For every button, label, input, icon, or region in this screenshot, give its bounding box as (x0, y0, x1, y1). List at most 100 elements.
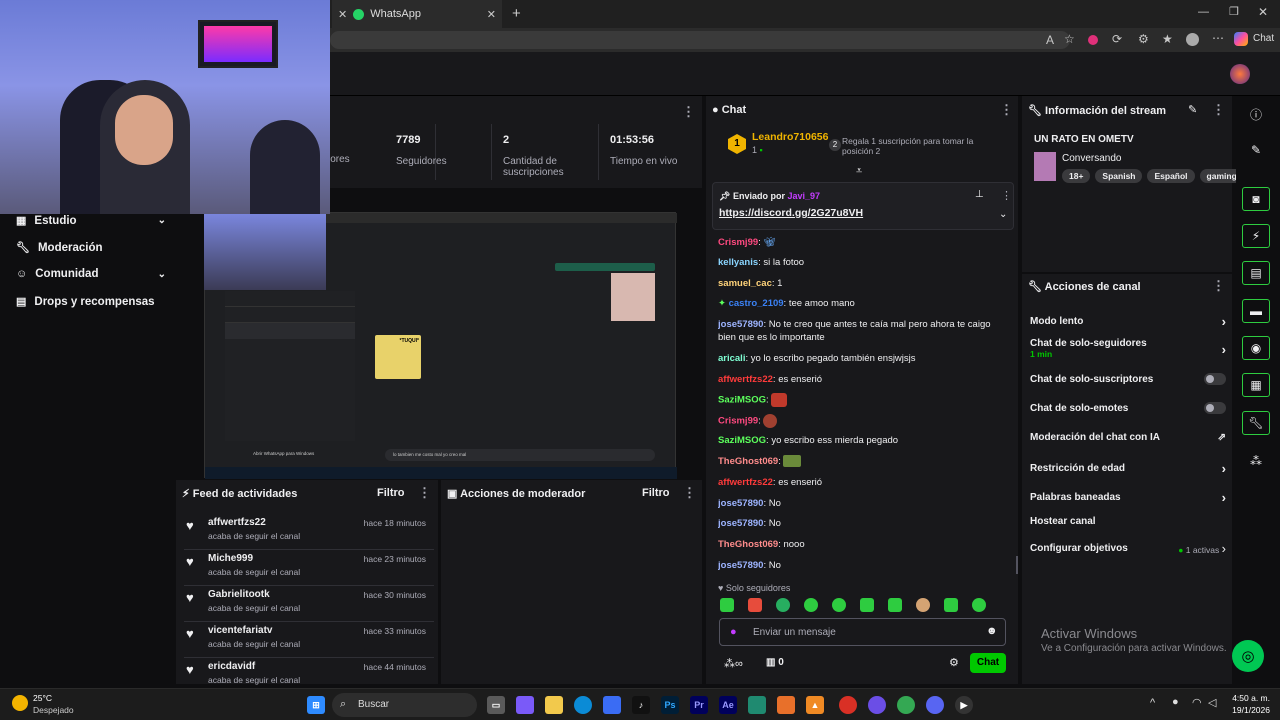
emote-icon[interactable] (776, 598, 790, 612)
chat-username[interactable]: SaziMSOG (718, 435, 766, 446)
copilot-icon[interactable] (516, 696, 534, 714)
profile-avatar[interactable] (1186, 33, 1199, 46)
emote-icon[interactable] (888, 598, 902, 612)
emote-only-toggle[interactable] (1204, 402, 1226, 414)
task-view-icon[interactable]: ▭ (487, 696, 505, 714)
clock-time[interactable]: 4:50 a. m. (1230, 693, 1270, 703)
edge-icon[interactable] (574, 696, 592, 714)
after-effects-icon[interactable]: Ae (719, 696, 737, 714)
copilot-chat-label[interactable]: Chat (1253, 33, 1274, 44)
chat-message[interactable]: aricali: yo lo escribo pegado también en… (718, 352, 1008, 365)
tag[interactable]: 18+ (1062, 169, 1091, 183)
tiktok-icon[interactable]: ♪ (632, 696, 650, 714)
age-restriction-item[interactable]: Restricción de edad › (1030, 461, 1226, 476)
sidebar-item-comunidad[interactable]: ☺ Comunidad ⌄ (16, 268, 166, 280)
refresh-icon[interactable]: ⟳ (1112, 32, 1122, 46)
user-avatar[interactable] (1230, 64, 1250, 84)
chat-username[interactable]: Crismj99 (718, 237, 758, 248)
favorites-icon[interactable]: ★ (1162, 32, 1173, 46)
chat-username[interactable]: SaziMSOG (718, 395, 766, 406)
minimize-icon[interactable]: — (1198, 6, 1209, 18)
chat-input-placeholder[interactable]: Enviar un mensaje (753, 627, 836, 638)
list-item[interactable]: ♥ Miche999 acaba de seguir el canal hace… (184, 550, 434, 586)
slow-mode-item[interactable]: Modo lento › (1030, 314, 1226, 329)
edit-pencil-icon[interactable]: ✎ (1242, 138, 1270, 162)
chat-bubble-icon[interactable]: ▬ (1242, 299, 1270, 323)
emote-icon[interactable] (832, 598, 846, 612)
extensions-icon[interactable]: ⁂ (1242, 449, 1270, 473)
more-options-icon[interactable]: ⋮ (683, 485, 696, 501)
read-aloud-icon[interactable]: A (1046, 33, 1054, 47)
weather-temp[interactable]: 25°C (33, 693, 52, 703)
close-window-icon[interactable]: ✕ (1258, 5, 1268, 19)
more-options-icon[interactable]: ⋮ (418, 485, 431, 501)
brave-icon[interactable] (777, 696, 795, 714)
ai-moderation-item[interactable]: Moderación del chat con IA ⇗ (1030, 432, 1226, 443)
chat-message[interactable]: affwertfzs22: es enserió (718, 373, 1008, 386)
more-options-icon[interactable]: ⋮ (1212, 102, 1225, 118)
tag[interactable]: Spanish (1095, 169, 1143, 183)
discord-icon[interactable] (926, 696, 944, 714)
chat-username[interactable]: jose57890 (718, 319, 763, 330)
layout-icon[interactable]: ▦ (1242, 373, 1270, 397)
subs-only-item[interactable]: Chat de solo-suscriptores (1030, 373, 1226, 385)
volume-icon[interactable]: ◁ (1208, 696, 1216, 709)
followers-only-item[interactable]: Chat de solo-seguidores 1 min › (1030, 338, 1226, 360)
emote-icon[interactable] (720, 598, 734, 612)
close-tab-icon[interactable]: ✕ (338, 8, 347, 21)
chat-message[interactable]: affwertfzs22: es enserió (718, 476, 1008, 489)
chat-message[interactable]: Crismj99: (718, 414, 1008, 428)
chat-username[interactable]: castro_2109 (729, 298, 784, 309)
lightning-icon[interactable]: ⚡︎ (1242, 224, 1270, 248)
list-item[interactable]: ♥ Gabrielitootk acaba de seguir el canal… (184, 586, 434, 622)
chat-message[interactable]: kellyanis: si la fotoo (718, 256, 1008, 269)
chrome-icon[interactable] (839, 696, 857, 714)
banned-words-item[interactable]: Palabras baneadas › (1030, 490, 1226, 505)
new-tab-icon[interactable]: + (512, 5, 521, 22)
chat-message[interactable]: TheGhost069: nooo (718, 538, 1008, 551)
chat-username[interactable]: TheGhost069 (718, 539, 778, 550)
chat-username[interactable]: affwertfzs22 (718, 477, 773, 488)
more-options-icon[interactable]: ⋮ (1000, 102, 1013, 118)
chat-message[interactable]: ✦ castro_2109: tee amoo mano (718, 297, 1008, 310)
chat-username[interactable]: jose57890 (718, 518, 763, 529)
chat-message[interactable]: TheGhost069: (718, 455, 1008, 468)
list-item[interactable]: ♥ ericdavidf acaba de seguir el canal ha… (184, 658, 434, 688)
emote-icon[interactable] (944, 598, 958, 612)
category-name[interactable]: Conversando (1062, 153, 1121, 164)
chat-username[interactable]: jose57890 (718, 498, 763, 509)
wrench-icon[interactable]: 🔧︎ (1242, 411, 1270, 435)
feed-user[interactable]: vicentefariatv (208, 625, 272, 636)
chat-settings-gear-icon[interactable]: ⚙ (949, 656, 959, 669)
wifi-icon[interactable]: ◠ (1192, 696, 1202, 709)
camera-icon[interactable]: ◙ (1242, 187, 1270, 211)
chat-message[interactable]: jose57890: No te creo que antes te caía … (718, 318, 1008, 344)
microphone-icon[interactable]: ● (730, 626, 737, 638)
goals-item[interactable]: Configurar objetivos ● 1 activas › (1030, 541, 1226, 556)
windows-start-icon[interactable]: ⊞ (307, 696, 325, 714)
chat-message[interactable]: jose57890: No (718, 497, 1008, 510)
more-options-icon[interactable]: ⋮ (682, 104, 695, 120)
broadcast-icon[interactable]: ◉ (1242, 336, 1270, 360)
chat-username[interactable]: samuel_cac (718, 278, 772, 289)
maximize-icon[interactable]: ❐ (1229, 5, 1239, 18)
filter-button[interactable]: Filtro (642, 487, 670, 499)
sidebar-item-estudio[interactable]: ▦ Estudio ⌄ (16, 214, 166, 228)
chat-input[interactable]: ● Enviar un mensaje ☻ (719, 618, 1006, 646)
sidebar-item-moderacion[interactable]: 🔧︎ Moderación (16, 241, 166, 255)
list-item[interactable]: ♥ affwertfzs22 acaba de seguir el canal … (184, 514, 434, 550)
more-menu-icon[interactable]: ⋯ (1212, 31, 1224, 45)
chevron-down-icon[interactable]: ⌄ (999, 209, 1007, 220)
community-points-icon[interactable]: ⁂∞ (724, 657, 743, 670)
channel-points[interactable]: ▥ 0 (766, 657, 784, 668)
premiere-icon[interactable]: Pr (690, 696, 708, 714)
chat-scrollbar[interactable] (1016, 556, 1018, 574)
info-icon[interactable]: ⓘ (1242, 102, 1270, 126)
tag[interactable]: Español (1147, 169, 1195, 183)
favorite-star-icon[interactable]: ☆ (1064, 32, 1075, 46)
unpin-icon[interactable]: ⊥ (975, 189, 984, 200)
more-options-icon[interactable]: ⋮ (1212, 278, 1225, 294)
document-icon[interactable]: ▤ (1242, 261, 1270, 285)
chat-message[interactable]: SaziMSOG: (718, 393, 1008, 407)
chat-username[interactable]: Crismj99 (718, 416, 758, 427)
